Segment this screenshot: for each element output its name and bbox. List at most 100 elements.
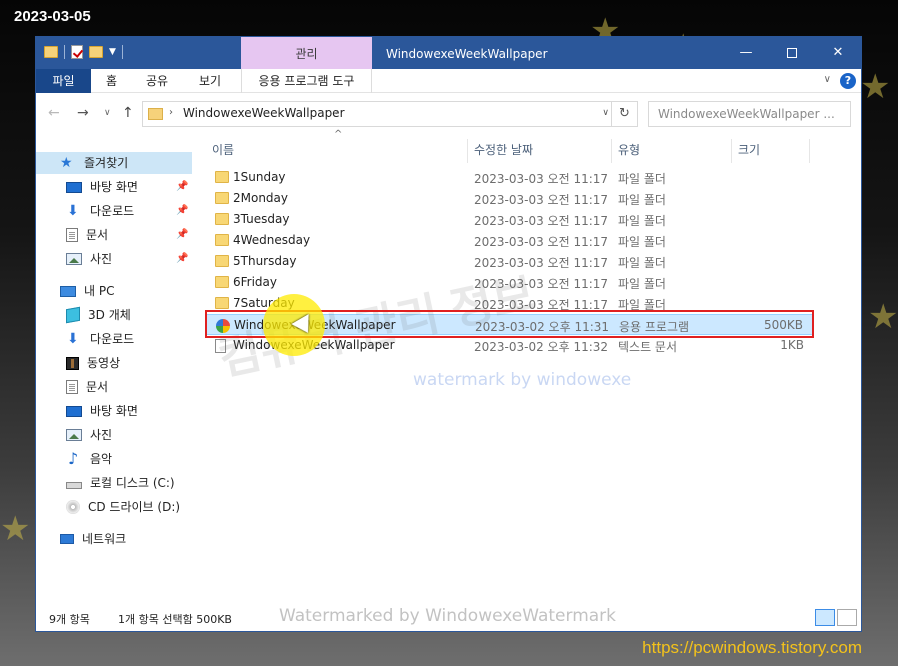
column-header-name[interactable]: 이름 (206, 139, 468, 163)
new-folder-icon[interactable] (89, 46, 103, 58)
sidebar-item-network[interactable]: 네트워크 (60, 528, 126, 550)
file-date: 2023-03-03 오전 11:17 (474, 193, 609, 207)
search-input[interactable]: WindowexeWeekWallpaper ... (648, 101, 851, 127)
file-size: 1KB (780, 338, 804, 352)
expand-ribbon-icon[interactable]: ∨ (824, 74, 831, 85)
chevron-right-icon[interactable]: › (335, 107, 339, 118)
forward-button[interactable]: → (77, 105, 89, 121)
folder-icon (148, 108, 163, 120)
sidebar-item-3d-objects[interactable]: 3D 개체 (66, 304, 131, 326)
drive-icon (66, 482, 82, 489)
star-icon (60, 152, 76, 174)
sidebar-item-label: CD 드라이브 (D:) (88, 500, 181, 514)
tab-manage[interactable]: 관리 (241, 37, 372, 69)
sidebar-item-videos[interactable]: 동영상 (66, 352, 120, 374)
column-header-type[interactable]: 유형 (612, 139, 732, 163)
details-view-button[interactable] (815, 609, 835, 626)
sidebar-item-pictures-pc[interactable]: 사진 (66, 424, 112, 446)
file-name: 5Thursday (233, 254, 297, 268)
folder-icon (215, 171, 229, 183)
sidebar-item-documents[interactable]: 문서 📌 (66, 224, 192, 246)
sidebar-item-this-pc[interactable]: 내 PC (60, 280, 114, 302)
pin-icon: 📌 (176, 181, 189, 192)
3d-objects-icon (66, 306, 80, 324)
tab-home[interactable]: 홈 (106, 69, 117, 93)
sidebar-item-quick-access[interactable]: 즐겨찾기 (36, 152, 192, 174)
folder-icon (215, 213, 229, 225)
folder-icon (215, 297, 229, 309)
refresh-button[interactable]: ↻ (611, 102, 637, 126)
file-name: 4Wednesday (233, 233, 311, 247)
help-icon[interactable]: ? (840, 73, 856, 89)
address-bar[interactable]: › WindowexeWeekWallpaper › ∨ ↻ (142, 101, 638, 127)
folder-icon (215, 255, 229, 267)
toolbar-divider (64, 45, 65, 59)
folder-icon (215, 192, 229, 204)
download-icon (66, 200, 82, 222)
site-url: https://pcwindows.tistory.com (642, 638, 862, 657)
table-row[interactable]: 1Sunday 2023-03-03 오전 11:17 파일 폴더 (206, 167, 814, 188)
sidebar-item-label: 바탕 화면 (90, 180, 138, 194)
sidebar-item-music[interactable]: 음악 (66, 448, 112, 470)
file-date: 2023-03-03 오전 11:17 (474, 235, 609, 249)
sidebar-item-cd-drive[interactable]: CD 드라이브 (D:) (66, 496, 180, 518)
table-row[interactable]: 3Tuesday 2023-03-03 오전 11:17 파일 폴더 (206, 209, 814, 230)
close-button[interactable]: ✕ (815, 37, 861, 69)
chevron-right-icon[interactable]: › (169, 107, 173, 118)
sidebar-item-documents-pc[interactable]: 문서 (66, 376, 108, 398)
sidebar-item-downloads-pc[interactable]: 다운로드 (66, 328, 134, 350)
document-icon (66, 380, 78, 394)
sidebar-item-label: 사진 (90, 428, 113, 442)
toolbar-divider (121, 45, 123, 59)
column-header-date[interactable]: 수정한 날짜 (468, 139, 612, 163)
sidebar-item-label: 네트워크 (82, 532, 127, 546)
cd-drive-icon (66, 500, 80, 514)
file-date: 2023-03-03 오전 11:17 (474, 214, 609, 228)
sidebar-item-label: 즐겨찾기 (84, 156, 129, 170)
file-name: 2Monday (233, 191, 289, 205)
back-button[interactable]: ← (48, 105, 60, 121)
sidebar-item-label: 문서 (86, 380, 109, 394)
sidebar-item-label: 음악 (90, 452, 113, 466)
selection-info: 1개 항목 선택함 500KB (118, 613, 232, 626)
background-star-icon: ★ (868, 297, 898, 337)
sidebar-item-label: 3D 개체 (88, 308, 131, 322)
sidebar-item-pictures[interactable]: 사진 📌 (66, 248, 192, 270)
sidebar-item-label: 다운로드 (90, 204, 135, 218)
document-icon (66, 228, 78, 242)
recent-locations-button[interactable]: ∨ (104, 108, 111, 118)
network-icon (60, 534, 74, 544)
folder-icon (215, 276, 229, 288)
up-button[interactable]: ↑ (122, 105, 134, 121)
file-name: 3Tuesday (233, 212, 290, 226)
sidebar-item-downloads[interactable]: 다운로드 📌 (66, 200, 192, 222)
tab-app-tools[interactable]: 응용 프로그램 도구 (241, 69, 372, 93)
breadcrumb[interactable]: WindowexeWeekWallpaper (183, 106, 345, 120)
date-label: 2023-03-05 (14, 8, 91, 25)
navigation-pane: 즐겨찾기 바탕 화면 📌 다운로드 📌 문서 📌 사진 📌 내 PC (36, 137, 196, 607)
sidebar-item-label: 동영상 (87, 356, 121, 370)
chevron-down-icon[interactable]: ▼ (109, 47, 116, 57)
pin-icon: 📌 (176, 229, 189, 240)
address-history-button[interactable]: ∨ (602, 108, 609, 118)
folder-icon[interactable] (44, 46, 58, 58)
table-row[interactable]: 2Monday 2023-03-03 오전 11:17 파일 폴더 (206, 188, 814, 209)
minimize-button[interactable]: — (723, 37, 769, 69)
desktop-icon (66, 181, 82, 193)
sidebar-item-local-disk[interactable]: 로컬 디스크 (C:) (66, 472, 175, 494)
music-icon (66, 448, 82, 470)
pin-icon: 📌 (176, 205, 189, 216)
properties-icon[interactable] (71, 45, 83, 59)
sidebar-item-label: 로컬 디스크 (C:) (90, 476, 175, 490)
tab-view[interactable]: 보기 (199, 69, 221, 93)
download-icon (66, 328, 82, 350)
sidebar-item-desktop-pc[interactable]: 바탕 화면 (66, 400, 138, 422)
column-header-size[interactable]: 크기 (732, 139, 810, 163)
table-row[interactable]: 4Wednesday 2023-03-03 오전 11:17 파일 폴더 (206, 230, 814, 251)
tab-file[interactable]: 파일 (36, 69, 91, 93)
maximize-button[interactable] (769, 37, 815, 69)
pictures-icon (66, 253, 82, 265)
large-icons-view-button[interactable] (837, 609, 857, 626)
sidebar-item-desktop[interactable]: 바탕 화면 📌 (66, 176, 192, 198)
tab-share[interactable]: 공유 (146, 69, 168, 93)
